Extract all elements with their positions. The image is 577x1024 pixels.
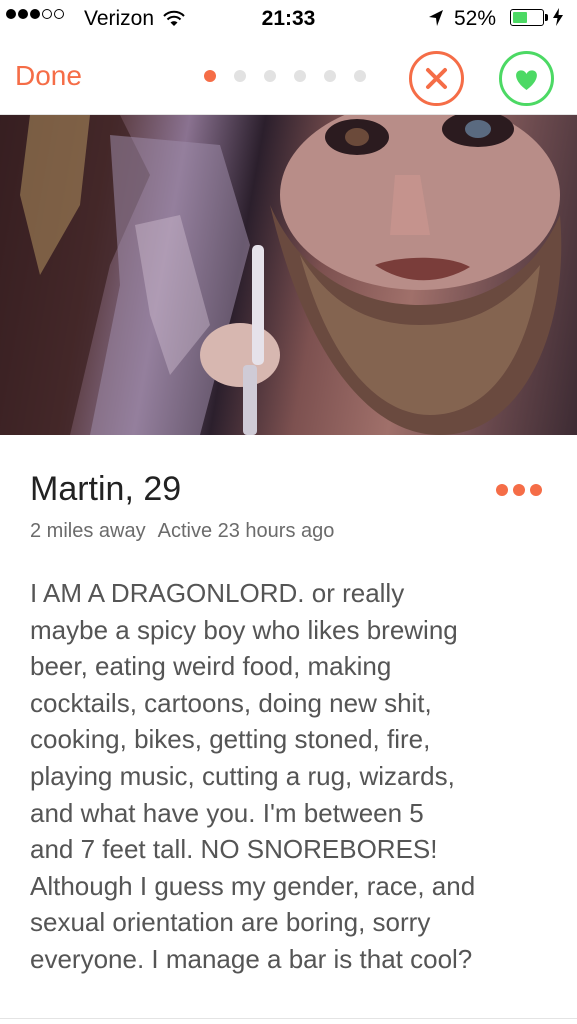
profile-age: 29: [143, 470, 182, 508]
status-bar: Verizon 21:33 52%: [0, 0, 577, 40]
profile-nav-bar: Done: [0, 40, 577, 115]
charging-bolt-icon: [552, 7, 564, 32]
battery-icon: [510, 9, 544, 26]
nope-button[interactable]: [409, 51, 464, 106]
profile-name: Martin: [30, 470, 125, 508]
done-button[interactable]: Done: [15, 60, 82, 92]
last-active-label: Active 23 hours ago: [157, 520, 335, 542]
photo-page-dot[interactable]: [324, 70, 336, 82]
profile-photo-illustration: [0, 115, 562, 435]
battery-tip: [545, 14, 548, 21]
photo-page-dot[interactable]: [294, 70, 306, 82]
more-options-icon[interactable]: [496, 484, 547, 496]
photo-page-dot[interactable]: [234, 70, 246, 82]
profile-photo[interactable]: [0, 115, 577, 435]
battery-fill: [513, 12, 527, 23]
photo-page-dot[interactable]: [354, 70, 366, 82]
photo-page-dot[interactable]: [204, 70, 216, 82]
battery-percent: 52%: [454, 7, 497, 30]
profile-name-age: Martin, 29: [30, 470, 182, 508]
profile-meta: 2 miles away Active 23 hours ago: [30, 520, 334, 543]
location-arrow-icon: [428, 9, 444, 33]
like-button[interactable]: [499, 51, 554, 106]
close-icon: [426, 68, 447, 89]
distance-label: 2 miles away: [30, 520, 146, 542]
heart-icon: [516, 70, 537, 90]
photo-page-indicator: [204, 70, 384, 82]
divider: [0, 1018, 577, 1019]
profile-bio: I AM A DRAGONLORD. or really maybe a spi…: [30, 578, 476, 974]
photo-page-dot[interactable]: [264, 70, 276, 82]
